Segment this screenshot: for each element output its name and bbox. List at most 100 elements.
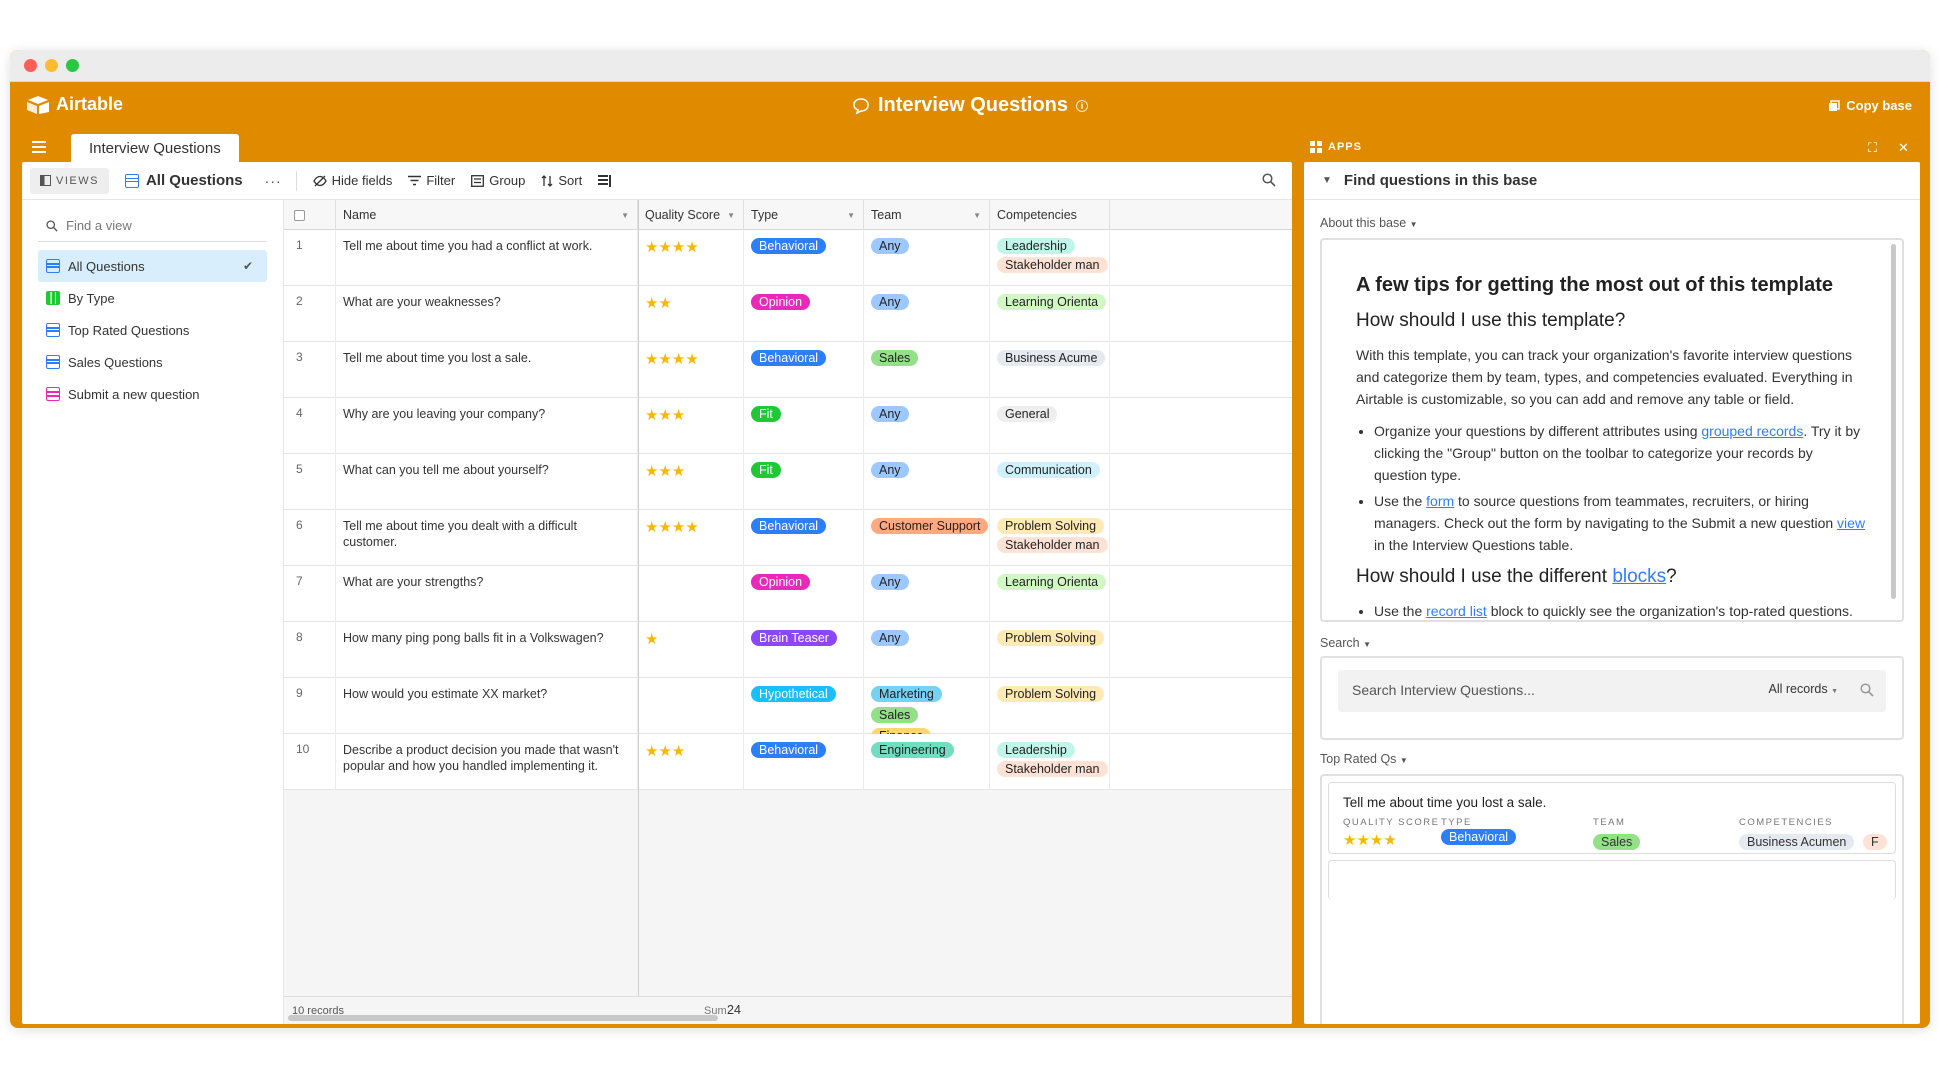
cell-team[interactable]: Any <box>864 398 990 454</box>
cell-team[interactable]: Any <box>864 286 990 342</box>
cell-quality-score[interactable]: ★★★★ <box>638 230 744 286</box>
cell-name[interactable]: What are your weaknesses? <box>336 286 638 342</box>
find-view-input[interactable]: Find a view <box>38 210 267 242</box>
cell-competencies[interactable]: Learning Orienta <box>990 566 1110 622</box>
top-rated-section-label[interactable]: Top Rated Qs ▼ <box>1320 752 1408 766</box>
cell-team[interactable]: Sales <box>864 342 990 398</box>
table-row[interactable]: 4 Why are you leaving your company? ★★★ Fit… <box>284 398 1292 454</box>
filter-button[interactable]: Filter <box>408 173 455 188</box>
select-all-checkbox[interactable] <box>284 200 336 230</box>
column-header-competencies[interactable]: Competencies <box>990 200 1110 230</box>
record-list-item[interactable] <box>1328 860 1896 900</box>
search-icon[interactable] <box>1860 683 1874 697</box>
table-row[interactable]: 3 Tell me about time you lost a sale. ★★★★… <box>284 342 1292 398</box>
sidebar-item-submit-question[interactable]: Submit a new question <box>38 378 267 410</box>
hide-fields-button[interactable]: Hide fields <box>312 173 392 188</box>
sort-button[interactable]: Sort <box>541 173 582 188</box>
column-header-quality-score[interactable]: Quality Score ▼ <box>638 200 744 230</box>
cell-type[interactable]: Behavioral <box>744 510 864 566</box>
maximize-window-button[interactable] <box>66 59 79 72</box>
cell-competencies[interactable]: Business Acume <box>990 342 1110 398</box>
cell-name[interactable]: What are your strengths? <box>336 566 638 622</box>
blocks-link[interactable]: blocks <box>1612 566 1666 587</box>
cell-quality-score[interactable]: ★ <box>638 622 744 678</box>
close-window-button[interactable] <box>24 59 37 72</box>
record-list-item[interactable]: Tell me about time you lost a sale. QUAL… <box>1328 782 1896 854</box>
sidebar-item-all-questions[interactable]: All Questions ✔ <box>38 250 267 282</box>
cell-team[interactable]: Customer Support <box>864 510 990 566</box>
record-list-link[interactable]: record list <box>1426 603 1487 619</box>
table-row[interactable]: 2 What are your weaknesses? ★★ Opinion Any Le… <box>284 286 1292 342</box>
table-row[interactable]: 9 How would you estimate XX market? Hypoth… <box>284 678 1292 734</box>
cell-competencies[interactable]: Problem Solving Stakeholder man <box>990 510 1110 566</box>
table-row[interactable]: 5 What can you tell me about yourself? ★★★… <box>284 454 1292 510</box>
cell-quality-score[interactable] <box>638 566 744 622</box>
cell-name[interactable]: Tell me about time you lost a sale. <box>336 342 638 398</box>
cell-competencies[interactable]: Communication <box>990 454 1110 510</box>
base-title[interactable]: Interview Questions i <box>10 94 1930 117</box>
cell-quality-score[interactable]: ★★ <box>638 286 744 342</box>
cell-name[interactable]: How many ping pong balls fit in a Volksw… <box>336 622 638 678</box>
block-header[interactable]: ▼ Find questions in this base <box>1304 162 1920 200</box>
group-button[interactable]: Group <box>471 173 525 188</box>
cell-type[interactable]: Hypothetical <box>744 678 864 734</box>
table-row[interactable]: 8 How many ping pong balls fit in a Volks… <box>284 622 1292 678</box>
cell-quality-score[interactable]: ★★★ <box>638 734 744 790</box>
vertical-scrollbar[interactable] <box>1891 244 1896 599</box>
sidebar-item-sales-questions[interactable]: Sales Questions <box>38 346 267 378</box>
cell-type[interactable]: Behavioral <box>744 342 864 398</box>
cell-type[interactable]: Behavioral <box>744 734 864 790</box>
search-section-label[interactable]: Search ▼ <box>1320 636 1371 650</box>
close-apps-icon[interactable]: ✕ <box>1898 140 1909 156</box>
cell-name[interactable]: Tell me about time you had a conflict at… <box>336 230 638 286</box>
info-icon[interactable]: i <box>1076 99 1089 112</box>
column-header-type[interactable]: Type ▼ <box>744 200 864 230</box>
search-interview-questions-input[interactable]: Search Interview Questions... All record… <box>1338 670 1886 712</box>
cell-name[interactable]: Describe a product decision you made tha… <box>336 734 638 790</box>
chevron-down-icon[interactable]: ▼ <box>847 211 855 220</box>
copy-base-button[interactable]: Copy base <box>1828 98 1912 113</box>
minimize-window-button[interactable] <box>45 59 58 72</box>
about-section-label[interactable]: About this base ▼ <box>1320 216 1418 230</box>
horizontal-scrollbar[interactable] <box>288 1015 718 1021</box>
fullscreen-icon[interactable]: ⛶ <box>1868 140 1877 156</box>
cell-competencies[interactable]: Leadership Stakeholder man <box>990 230 1110 286</box>
cell-competencies[interactable]: Learning Orienta <box>990 286 1110 342</box>
cell-competencies[interactable]: Problem Solving <box>990 678 1110 734</box>
cell-type[interactable]: Fit <box>744 398 864 454</box>
sidebar-item-by-type[interactable]: By Type <box>38 282 267 314</box>
view-link[interactable]: view <box>1837 515 1865 531</box>
grouped-records-link[interactable]: grouped records <box>1701 423 1803 439</box>
cell-competencies[interactable]: Leadership Stakeholder man <box>990 734 1110 790</box>
cell-team[interactable]: Engineering <box>864 734 990 790</box>
cell-quality-score[interactable]: ★★★★ <box>638 510 744 566</box>
cell-team[interactable]: Any <box>864 230 990 286</box>
table-row[interactable]: 10 Describe a product decision you made t… <box>284 734 1292 790</box>
view-menu-button[interactable]: ··· <box>265 173 282 189</box>
cell-quality-score[interactable]: ★★★ <box>638 398 744 454</box>
cell-name[interactable]: Tell me about time you dealt with a diff… <box>336 510 638 566</box>
cell-quality-score[interactable] <box>638 678 744 734</box>
table-row[interactable]: 7 What are your strengths? Opinion Any Learn… <box>284 566 1292 622</box>
menu-icon[interactable] <box>32 141 46 156</box>
cell-quality-score[interactable]: ★★★★ <box>638 342 744 398</box>
cell-type[interactable]: Fit <box>744 454 864 510</box>
cell-competencies[interactable]: Problem Solving <box>990 622 1110 678</box>
cell-team[interactable]: Any <box>864 454 990 510</box>
cell-team[interactable]: Any <box>864 622 990 678</box>
cell-type[interactable]: Brain Teaser <box>744 622 864 678</box>
cell-name[interactable]: Why are you leaving your company? <box>336 398 638 454</box>
collapse-triangle-icon[interactable]: ▼ <box>1322 175 1332 186</box>
cell-team[interactable]: MarketingSalesFinance <box>864 678 990 734</box>
table-row[interactable]: 1 Tell me about time you had a conflict a… <box>284 230 1292 286</box>
search-records-button[interactable] <box>1262 173 1276 192</box>
cell-competencies[interactable]: General <box>990 398 1110 454</box>
table-row[interactable]: 6 Tell me about time you dealt with a dif… <box>284 510 1292 566</box>
tab-interview-questions[interactable]: Interview Questions <box>71 134 239 162</box>
column-header-team[interactable]: Team ▼ <box>864 200 990 230</box>
chevron-down-icon[interactable]: ▼ <box>621 211 629 220</box>
cell-team[interactable]: Any <box>864 566 990 622</box>
search-scope-select[interactable]: All records ▼ <box>1769 682 1838 696</box>
cell-name[interactable]: What can you tell me about yourself? <box>336 454 638 510</box>
cell-quality-score[interactable]: ★★★ <box>638 454 744 510</box>
